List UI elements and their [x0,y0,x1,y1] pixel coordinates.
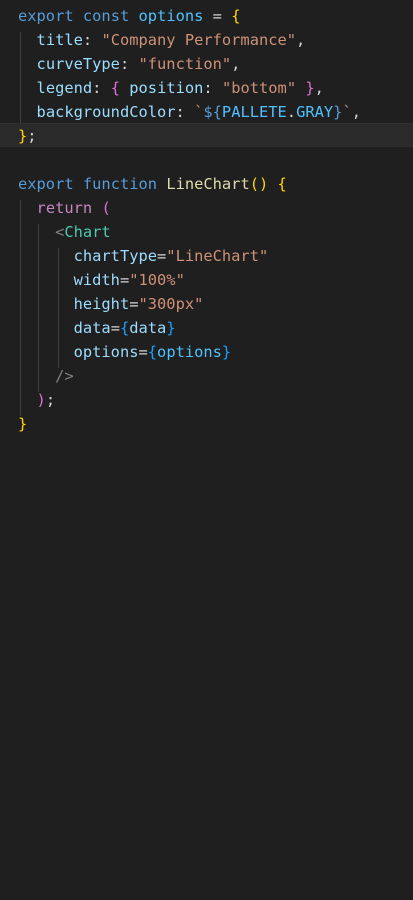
template-tick-open: ` [194,103,204,121]
code-line-5[interactable]: backgroundColor: `${PALLETE.GRAY}`, [18,100,361,124]
comma: , [314,79,324,97]
property-legend: legend [36,79,93,97]
keyword-function: function [82,175,158,193]
semicolon: ; [45,391,56,409]
equals: = [129,295,139,313]
attribute-charttype: chartType [73,247,158,265]
code-line-6-current[interactable]: }; [0,123,413,147]
equals: = [138,343,148,361]
colon: : [92,79,111,97]
attribute-options: options [73,343,139,361]
component-chart: Chart [64,223,111,241]
identifier-pallete: PALLETE [221,103,287,121]
tag-open-bracket: < [55,223,65,241]
code-editor[interactable]: export const options = { title: "Company… [0,0,413,450]
keyword-export: export [18,7,74,25]
identifier-gray: GRAY [296,103,334,121]
code-line-13[interactable]: height="300px" [18,292,204,316]
string-charttype: "LineChart" [166,247,269,265]
template-tick-close: ` [342,103,352,121]
keyword-return: return [36,199,93,217]
brace-close: } [305,79,315,97]
comma: , [296,31,306,49]
semicolon: ; [27,127,37,145]
identifier-options: options [138,7,204,25]
comma: , [351,103,361,121]
brace-open: { [231,7,241,25]
function-name: LineChart [166,175,250,193]
tag-self-close: /> [55,367,74,385]
identifier-data: data [129,319,167,337]
property-position: position [129,79,204,97]
brace-open: { [110,79,120,97]
paren-close: ) [36,391,46,409]
operator-assign: = [203,7,232,25]
code-line-4[interactable]: legend: { position: "bottom" }, [18,76,324,100]
string-height: "300px" [138,295,204,313]
brace-open: { [277,175,287,193]
code-line-10[interactable]: <Chart [18,220,111,244]
brace-close: } [18,415,28,433]
dot: . [286,103,297,121]
string-width: "100%" [129,271,185,289]
identifier-options: options [157,343,222,361]
keyword-export: export [18,175,74,193]
code-line-3[interactable]: curveType: "function", [18,52,241,76]
code-line-2[interactable]: title: "Company Performance", [18,28,306,52]
equals: = [157,247,167,265]
code-line-1[interactable]: export const options = { [18,4,240,28]
string-curvetype: "function" [138,55,232,73]
parens: () [249,175,269,193]
code-line-18[interactable]: } [18,412,27,436]
property-title: title [36,31,83,49]
attribute-height: height [73,295,130,313]
code-line-11[interactable]: chartType="LineChart" [18,244,269,268]
property-curvetype: curveType [36,55,120,73]
code-line-12[interactable]: width="100%" [18,268,185,292]
string-position: "bottom" [221,79,297,97]
code-line-17[interactable]: ); [18,388,56,412]
code-line-15[interactable]: options={options} [18,340,232,364]
comma: , [231,55,241,73]
property-backgroundcolor: backgroundColor [36,103,176,121]
equals: = [110,319,120,337]
code-line-8[interactable]: export function LineChart() { [18,172,287,196]
string-title: "Company Performance" [101,31,297,49]
brace-open: { [147,343,158,361]
paren-open: ( [101,199,111,217]
brace-close: } [221,343,232,361]
colon: : [203,79,222,97]
brace-open: { [119,319,130,337]
colon: : [119,55,139,73]
keyword-const: const [82,7,130,25]
attribute-width: width [73,271,120,289]
equals: = [119,271,130,289]
brace-close: } [18,127,28,145]
code-line-16[interactable]: /> [18,364,74,388]
colon: : [82,31,102,49]
attribute-data: data [73,319,111,337]
code-line-9[interactable]: return ( [18,196,111,220]
code-line-14[interactable]: data={data} [18,316,176,340]
colon: : [175,103,195,121]
brace-close: } [166,319,176,337]
interpolation-open: ${ [203,103,222,121]
